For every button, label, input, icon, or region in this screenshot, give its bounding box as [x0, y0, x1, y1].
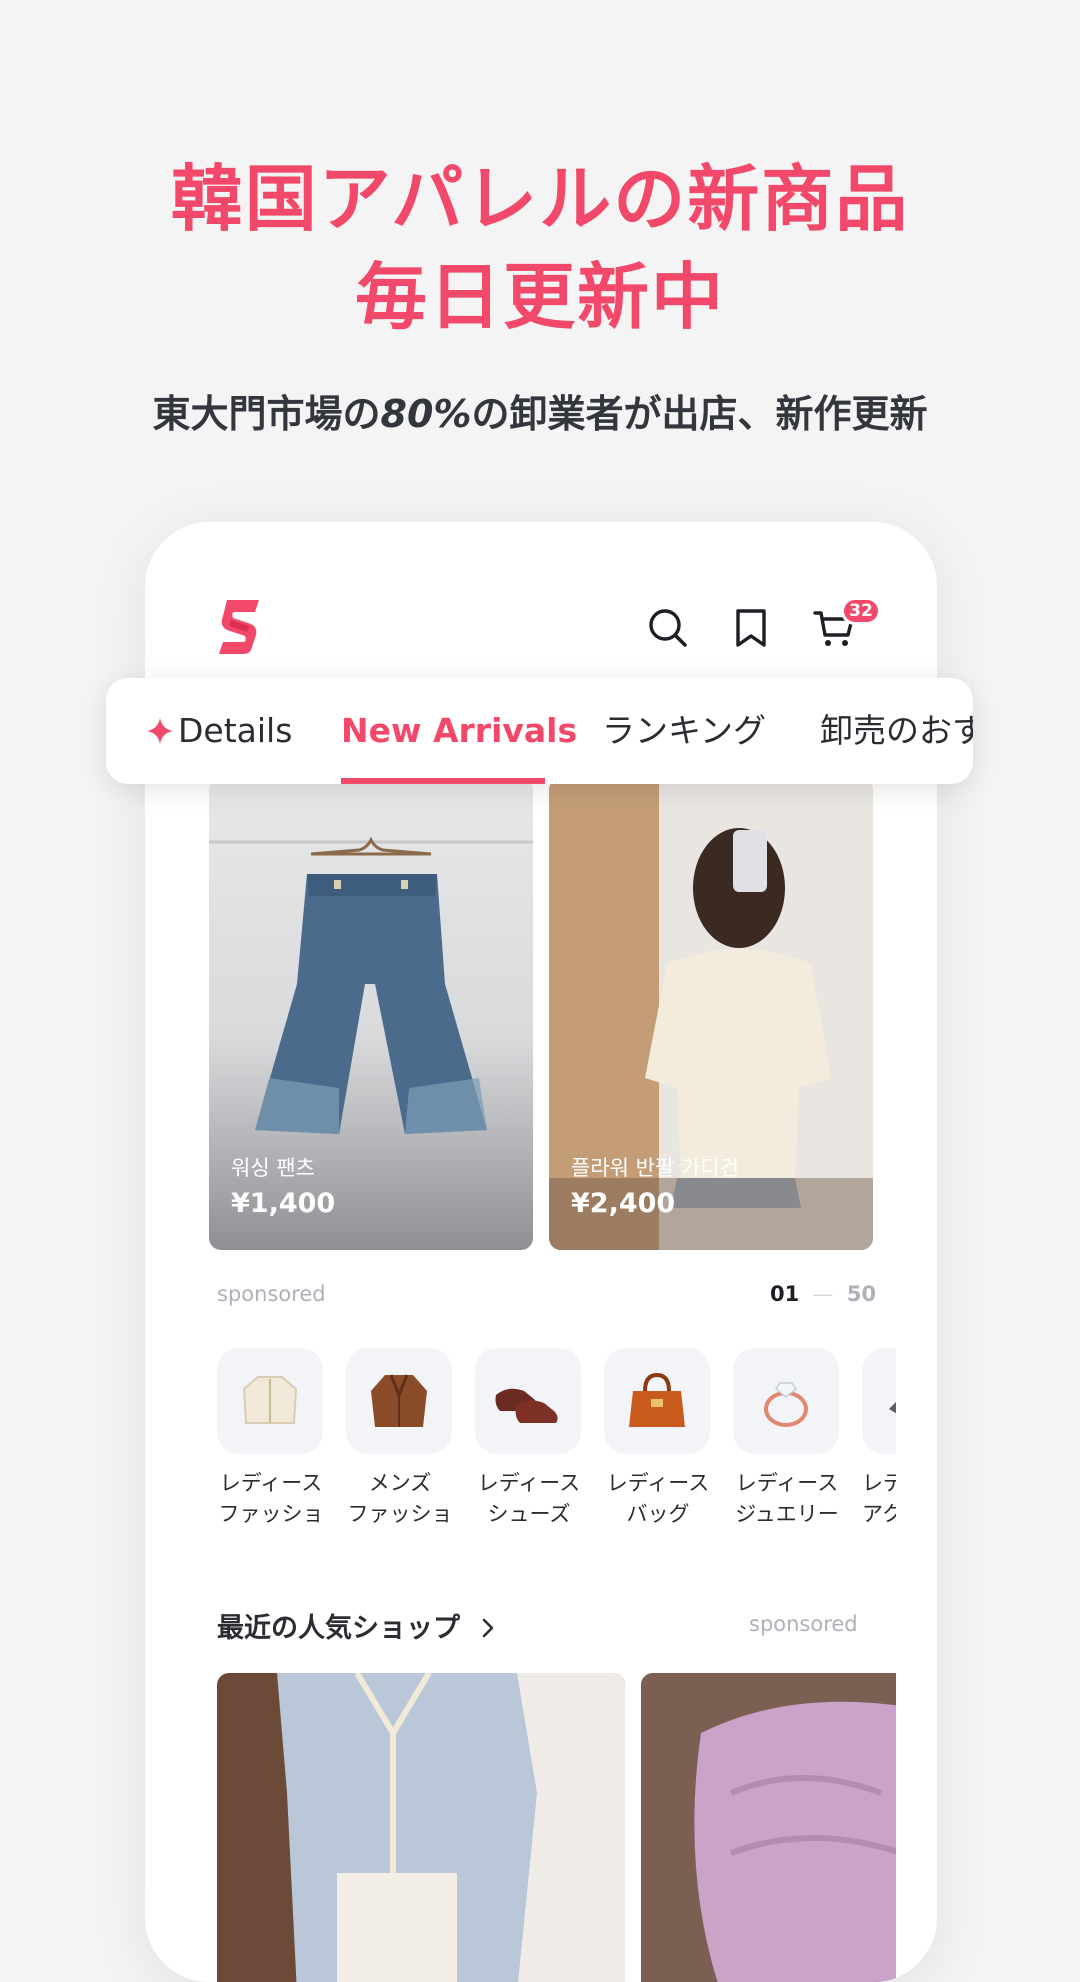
- promo-headline: 韓国アパレルの新商品 毎日更新中: [0, 150, 1080, 346]
- promo-subline-percent: 80%: [380, 392, 472, 436]
- tab-details[interactable]: Details: [146, 678, 292, 784]
- tab-details-label: Details: [178, 711, 293, 750]
- category-label-line2: ジュエリー: [735, 1502, 839, 1526]
- category-item[interactable]: レディース バッグ: [604, 1348, 712, 1530]
- category-label-line2: シューズ: [487, 1502, 571, 1526]
- category-label-line1: レディース: [606, 1471, 710, 1495]
- chevron-right-icon: [483, 1618, 494, 1638]
- category-label-line2: ファッショ: [218, 1502, 324, 1526]
- category-item[interactable]: レデ アク: [862, 1348, 896, 1530]
- category-tab-bar: Details New Arrivals ランキング 卸売のおす: [106, 678, 973, 784]
- cardigan-icon: [217, 1348, 323, 1454]
- promo-subline-prefix: 東大門市場の: [152, 392, 381, 436]
- category-label-line2: ファッショ: [347, 1502, 453, 1526]
- category-item[interactable]: メンズ ファッショ: [346, 1348, 454, 1530]
- shop-image: [641, 1673, 896, 1982]
- category-label-line1: メンズ: [368, 1471, 432, 1495]
- shoes-icon: [475, 1348, 581, 1454]
- jacket-icon: [346, 1348, 452, 1454]
- shop-image: [277, 1673, 625, 1982]
- popular-shops-title[interactable]: 最近の人気ショップ: [217, 1606, 499, 1645]
- ring-icon: [733, 1348, 839, 1454]
- category-label-line1: レディース: [735, 1471, 839, 1495]
- category-label-line1: レディース: [219, 1471, 323, 1495]
- tab-new-arrivals[interactable]: New Arrivals: [341, 678, 577, 784]
- promo-subline: 東大門市場の80%の卸業者が出店、新作更新: [0, 388, 1080, 440]
- category-item[interactable]: レディース シューズ: [475, 1348, 583, 1530]
- active-tab-indicator: [341, 778, 545, 784]
- category-label-line2: アク: [862, 1502, 896, 1526]
- shop-card[interactable]: [217, 1673, 625, 1982]
- popular-shops-label: 最近の人気ショップ: [217, 1613, 460, 1644]
- promo-headline-line2: 毎日更新中: [354, 255, 725, 339]
- tab-wholesale-recommend[interactable]: 卸売のおす: [820, 678, 973, 784]
- promo-headline-line1: 韓国アパレルの新商品: [170, 157, 910, 241]
- category-label-line1: レデ: [862, 1471, 896, 1495]
- category-item[interactable]: レディースファッショ: [217, 1348, 325, 1530]
- sponsored-label: sponsored: [749, 1612, 858, 1636]
- category-label-line1: レディース: [477, 1471, 581, 1495]
- category-item[interactable]: レディースジュエリー: [733, 1348, 841, 1530]
- shop-card[interactable]: [641, 1673, 896, 1982]
- category-label-line2: バッグ: [626, 1502, 690, 1526]
- sparkle-icon: [147, 718, 173, 744]
- promo-subline-suffix: の卸業者が出店、新作更新: [471, 392, 928, 436]
- accessory-icon: [862, 1348, 896, 1454]
- handbag-icon: [604, 1348, 710, 1454]
- tab-ranking[interactable]: ランキング: [602, 678, 766, 784]
